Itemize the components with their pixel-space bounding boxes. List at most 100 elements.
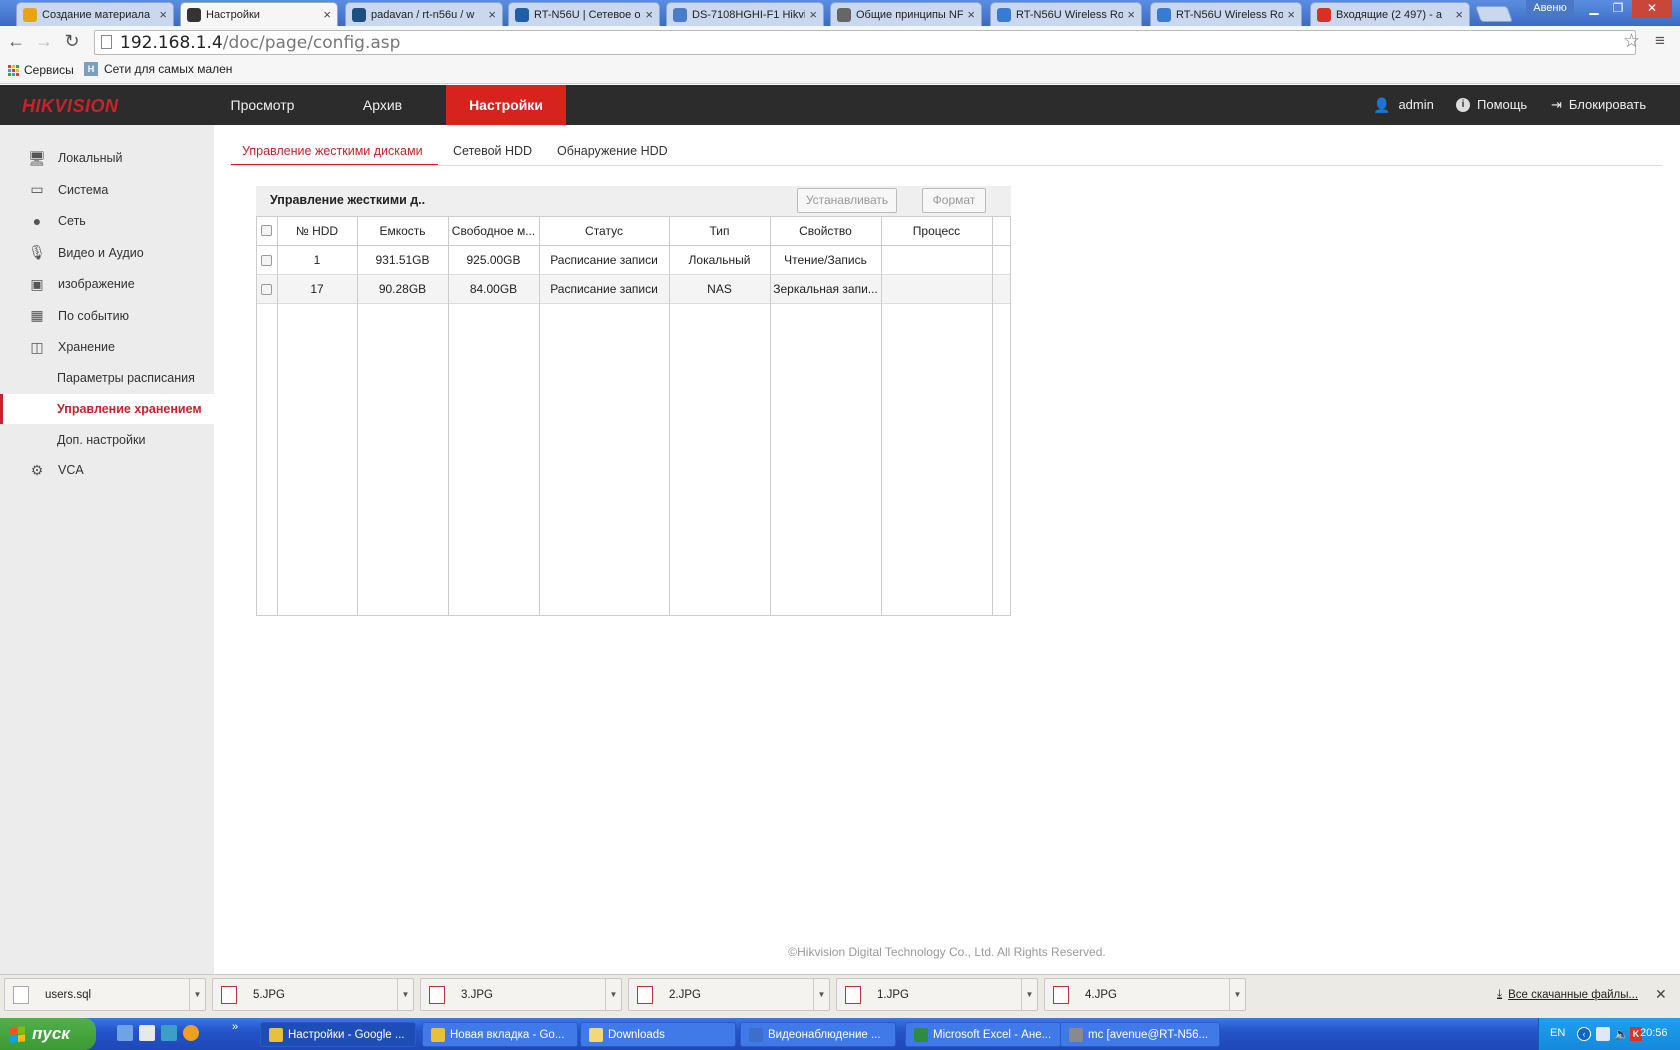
taskbar-button[interactable]: Видеонаблюдение ... bbox=[740, 1022, 896, 1047]
user-menu[interactable]: 👤 admin bbox=[1373, 85, 1434, 125]
logout-icon: ⇥ bbox=[1551, 97, 1562, 112]
tab-close-icon[interactable]: × bbox=[323, 7, 331, 22]
back-icon[interactable]: ← bbox=[4, 29, 28, 53]
tab-title: Настройки bbox=[206, 8, 260, 21]
sidebar-item[interactable]: ▭ Система bbox=[0, 175, 214, 205]
chevron-down-icon[interactable]: ▼ bbox=[605, 979, 621, 1010]
column-header[interactable]: Статус bbox=[539, 217, 669, 246]
clock: 20:56 bbox=[1640, 1027, 1668, 1039]
chevron-down-icon[interactable]: ▼ bbox=[189, 979, 205, 1010]
sidebar-item-vca[interactable]: ⚙ VCA bbox=[0, 455, 214, 485]
language-indicator[interactable]: EN bbox=[1550, 1027, 1565, 1039]
url-text[interactable]: 192.168.1.4/doc/page/config.asp bbox=[120, 33, 400, 53]
chevron-down-icon[interactable]: ▼ bbox=[1229, 979, 1245, 1010]
bookmark-star-icon[interactable]: ☆ bbox=[1623, 30, 1640, 53]
network-icon[interactable] bbox=[1596, 1027, 1610, 1041]
quicklaunch-ie-icon[interactable] bbox=[117, 1025, 133, 1041]
download-item[interactable]: users.sql ▼ bbox=[4, 978, 206, 1011]
download-item[interactable]: 2.JPG ▼ bbox=[628, 978, 830, 1011]
help-link[interactable]: i Помощь bbox=[1456, 85, 1527, 125]
close-downloads-icon[interactable]: ✕ bbox=[1655, 986, 1667, 1003]
download-item[interactable]: 5.JPG ▼ bbox=[212, 978, 414, 1011]
new-tab-button[interactable] bbox=[1475, 6, 1513, 22]
taskbar-button[interactable]: Microsoft Excel - Ане... bbox=[905, 1022, 1061, 1047]
tab-close-icon[interactable]: × bbox=[645, 7, 653, 22]
column-header[interactable]: Свойство bbox=[770, 217, 881, 246]
tab-close-icon[interactable]: × bbox=[1287, 7, 1295, 22]
browser-tab[interactable]: RT-N56U | Сетевое о × bbox=[508, 2, 660, 26]
close-window-icon[interactable]: ✕ bbox=[1632, 0, 1672, 18]
tab-close-icon[interactable]: × bbox=[1455, 7, 1463, 22]
nav-live-view[interactable]: Просмотр bbox=[215, 85, 310, 125]
sidebar-subitem[interactable]: Доп. настройки bbox=[0, 425, 214, 455]
browser-tab[interactable]: RT-N56U Wireless Rou × bbox=[1150, 2, 1302, 26]
chevron-down-icon[interactable]: ▼ bbox=[1021, 979, 1037, 1010]
nav-archive[interactable]: Архив bbox=[335, 85, 430, 125]
calendar-icon: ▦ bbox=[30, 307, 44, 323]
sidebar-item[interactable]: ● Сеть bbox=[0, 206, 214, 236]
taskbar-button-label: Видеонаблюдение ... bbox=[768, 1028, 881, 1041]
sidebar-item[interactable]: 🎙 Видео и Аудио bbox=[0, 238, 214, 268]
taskbar-button[interactable]: Downloads bbox=[580, 1022, 736, 1047]
chevron-down-icon[interactable]: ▼ bbox=[397, 979, 413, 1010]
download-item[interactable]: 1.JPG ▼ bbox=[836, 978, 1038, 1011]
quicklaunch-mail-icon[interactable] bbox=[139, 1025, 155, 1041]
download-item[interactable]: 3.JPG ▼ bbox=[420, 978, 622, 1011]
quicklaunch-clock-icon[interactable] bbox=[183, 1025, 199, 1041]
row-checkbox[interactable] bbox=[261, 255, 272, 266]
tab-close-icon[interactable]: × bbox=[967, 7, 975, 22]
browser-tab[interactable]: RT-N56U Wireless Rou × bbox=[990, 2, 1142, 26]
column-divider bbox=[881, 216, 882, 616]
reload-icon[interactable]: ↻ bbox=[60, 29, 84, 53]
download-item[interactable]: 4.JPG ▼ bbox=[1044, 978, 1246, 1011]
tab-close-icon[interactable]: × bbox=[488, 7, 496, 22]
show-all-downloads-link[interactable]: ⤓ Все скачанные файлы... bbox=[1497, 988, 1638, 1001]
tray-collapse-icon[interactable]: ‹ bbox=[1577, 1027, 1591, 1041]
tab-close-icon[interactable]: × bbox=[1127, 7, 1135, 22]
bookmark-item[interactable]: H Сети для самых мален bbox=[84, 62, 232, 76]
column-header[interactable]: Емкость bbox=[357, 217, 448, 246]
browser-tab[interactable]: padavan / rt-n56u / w × bbox=[345, 2, 503, 26]
menu-icon[interactable]: ≡ bbox=[1655, 31, 1665, 51]
chevron-down-icon[interactable]: ▼ bbox=[813, 979, 829, 1010]
column-header[interactable]: № HDD bbox=[277, 217, 357, 246]
restore-icon[interactable]: ❐ bbox=[1606, 0, 1630, 18]
column-header[interactable]: Тип bbox=[669, 217, 770, 246]
install-button[interactable]: Устанавливать bbox=[797, 188, 897, 213]
sidebar-subitem[interactable]: Управление хранением bbox=[0, 394, 214, 424]
lock-link[interactable]: ⇥ Блокировать bbox=[1551, 85, 1646, 125]
sidebar-item[interactable]: ▦ По событию bbox=[0, 301, 214, 331]
sidebar-item[interactable]: 🖥 Локальный bbox=[0, 143, 214, 173]
format-button[interactable]: Формат bbox=[922, 188, 986, 213]
taskbar-button[interactable]: Настройки - Google ... bbox=[260, 1022, 416, 1047]
row-checkbox[interactable] bbox=[261, 284, 272, 295]
column-header[interactable]: Свободное м... bbox=[448, 217, 539, 246]
browser-tab[interactable]: Настройки × bbox=[180, 2, 338, 26]
tab-close-icon[interactable]: × bbox=[809, 7, 817, 22]
tab-network-hdd[interactable]: Сетевой HDD bbox=[453, 140, 532, 166]
minimize-icon[interactable]: ▁ bbox=[1582, 0, 1606, 18]
tab-hdd-detection[interactable]: Обнаружение HDD bbox=[557, 140, 668, 166]
taskbar-button[interactable]: Новая вкладка - Go... bbox=[422, 1022, 578, 1047]
volume-icon[interactable]: 🔈 bbox=[1614, 1027, 1629, 1041]
quicklaunch-expand-icon[interactable]: » bbox=[232, 1021, 238, 1033]
browser-tab[interactable]: DS-7108HGHI-F1 Hikvi × bbox=[666, 2, 824, 26]
start-button[interactable]: пуск bbox=[0, 1018, 96, 1050]
browser-tab[interactable]: Создание материала × bbox=[16, 2, 174, 26]
sidebar-item[interactable]: ▣ изображение bbox=[0, 269, 214, 299]
quicklaunch-app-icon[interactable] bbox=[161, 1025, 177, 1041]
browser-tab[interactable]: Общие принципы NF × bbox=[830, 2, 982, 26]
taskbar-button[interactable]: mc [avenue@RT-N56... bbox=[1060, 1022, 1220, 1047]
select-all-checkbox[interactable] bbox=[261, 225, 272, 236]
column-header[interactable]: Процесс bbox=[881, 217, 992, 246]
browser-tab[interactable]: Входящие (2 497) - a × bbox=[1310, 2, 1470, 26]
sidebar-item[interactable]: ◫ Хранение bbox=[0, 332, 214, 362]
sidebar-subitem[interactable]: Параметры расписания bbox=[0, 363, 214, 393]
tab-title: Общие принципы NF bbox=[856, 8, 964, 21]
bookmark-apps[interactable]: Сервисы bbox=[8, 63, 74, 77]
profile-button[interactable]: Авеню bbox=[1526, 0, 1574, 18]
tab-hdd-management[interactable]: Управление жесткими дисками bbox=[231, 140, 438, 166]
forward-icon[interactable]: → bbox=[32, 29, 56, 53]
tab-close-icon[interactable]: × bbox=[159, 7, 167, 22]
nav-settings[interactable]: Настройки bbox=[446, 85, 566, 125]
